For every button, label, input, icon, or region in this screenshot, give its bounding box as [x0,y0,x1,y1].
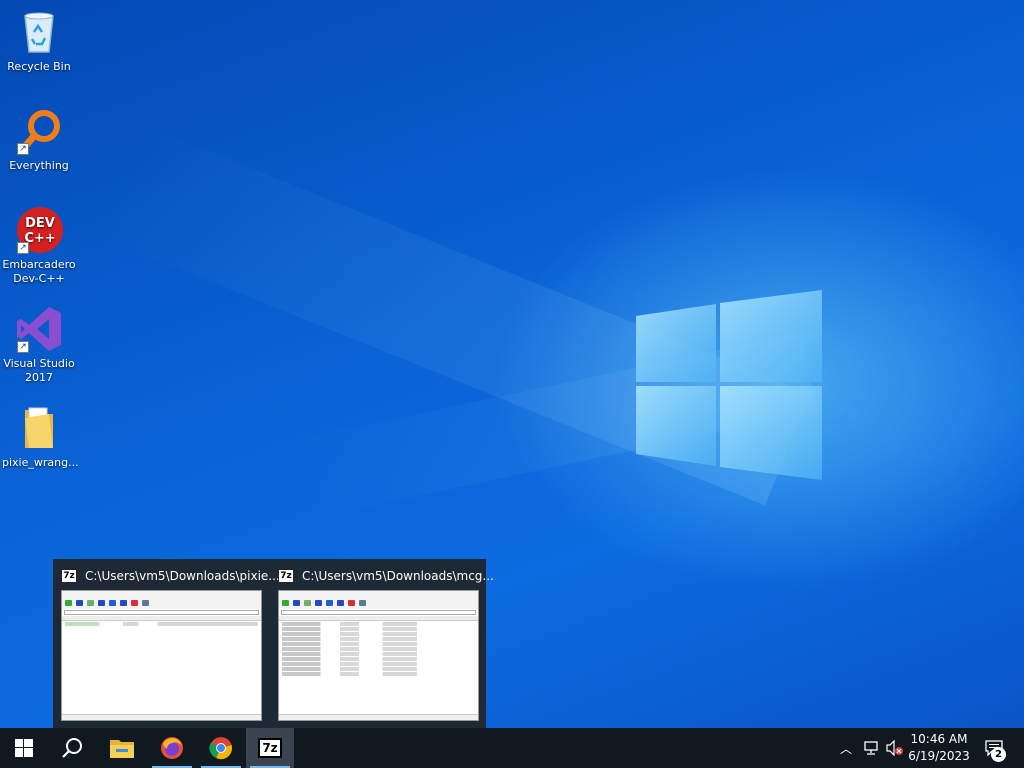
shortcut-arrow-icon: ↗ [17,242,29,254]
notification-count-badge: 2 [991,747,1006,762]
network-icon [864,741,878,755]
show-hidden-icons-button[interactable]: ︿ [836,728,856,768]
7zip-icon: 7z [258,738,282,758]
taskbar-window-previews: 7z C:\Users\vm5\Downloads\pixie... 7z C:… [53,559,494,728]
desktop-icon-label: Everything [9,159,69,172]
window-preview[interactable]: 7z C:\Users\vm5\Downloads\pixie... [53,559,280,728]
taskbar: 7z ︿ 10:46 AM 6/19/2023 [0,728,1024,768]
dev-cpp-icon: DEV C++ ↗ [15,206,63,254]
clock-date: 6/19/2023 [908,749,970,763]
search-button[interactable] [48,728,96,768]
shortcut-arrow-icon: ↗ [17,143,29,155]
preview-title-bar: 7z C:\Users\vm5\Downloads\mcg... [278,567,494,585]
recycle-bin-icon [15,8,63,56]
windows-logo [636,290,822,480]
folder-icon [15,404,63,452]
preview-title: C:\Users\vm5\Downloads\pixie... [85,569,280,583]
desktop-icon-recycle-bin[interactable]: Recycle Bin [2,8,76,74]
desktop-icon-label: Visual Studio 2017 [3,357,75,384]
clock[interactable]: 10:46 AM 6/19/2023 [900,731,978,765]
svg-text:DEV: DEV [25,216,55,231]
everything-search-icon: ↗ [15,107,63,155]
file-explorer-icon [110,740,134,758]
7zip-button[interactable]: 7z [246,728,294,768]
svg-text:C++: C++ [24,231,55,246]
chevron-up-icon: ︿ [839,741,852,756]
search-icon [62,738,82,758]
visual-studio-icon: ↗ [15,305,63,353]
preview-title-bar: 7z C:\Users\vm5\Downloads\pixie... [61,567,280,585]
desktop-icon-label: Recycle Bin [7,60,71,73]
chrome-icon [209,737,232,760]
desktop-icon-dev-cpp[interactable]: DEV C++ ↗ Embarcadero Dev-C++ [2,206,76,286]
firefox-icon [161,737,183,759]
start-button[interactable] [0,728,48,768]
clock-time: 10:46 AM [910,732,968,746]
chrome-button[interactable] [197,728,245,768]
desktop-icon-visual-studio[interactable]: ↗ Visual Studio 2017 [2,305,76,385]
desktop-icon-label: Embarcadero Dev-C++ [2,258,76,285]
file-explorer-button[interactable] [98,728,146,768]
7zip-icon: 7z [278,569,294,583]
windows-start-icon [15,739,33,757]
firefox-button[interactable] [148,728,196,768]
desktop-icon-label: pixie_wrang... [2,456,79,469]
desktop-icon-everything[interactable]: ↗ Everything [2,107,76,173]
7zip-icon: 7z [61,569,77,583]
window-preview[interactable]: 7z C:\Users\vm5\Downloads\mcg... [270,559,494,728]
network-button[interactable] [860,728,882,768]
preview-title: C:\Users\vm5\Downloads\mcg... [302,569,494,583]
preview-window-image [61,590,262,721]
desktop-icon-folder[interactable]: pixie_wrang... [2,404,79,470]
shortcut-arrow-icon: ↗ [17,341,29,353]
preview-window-image [278,590,479,721]
